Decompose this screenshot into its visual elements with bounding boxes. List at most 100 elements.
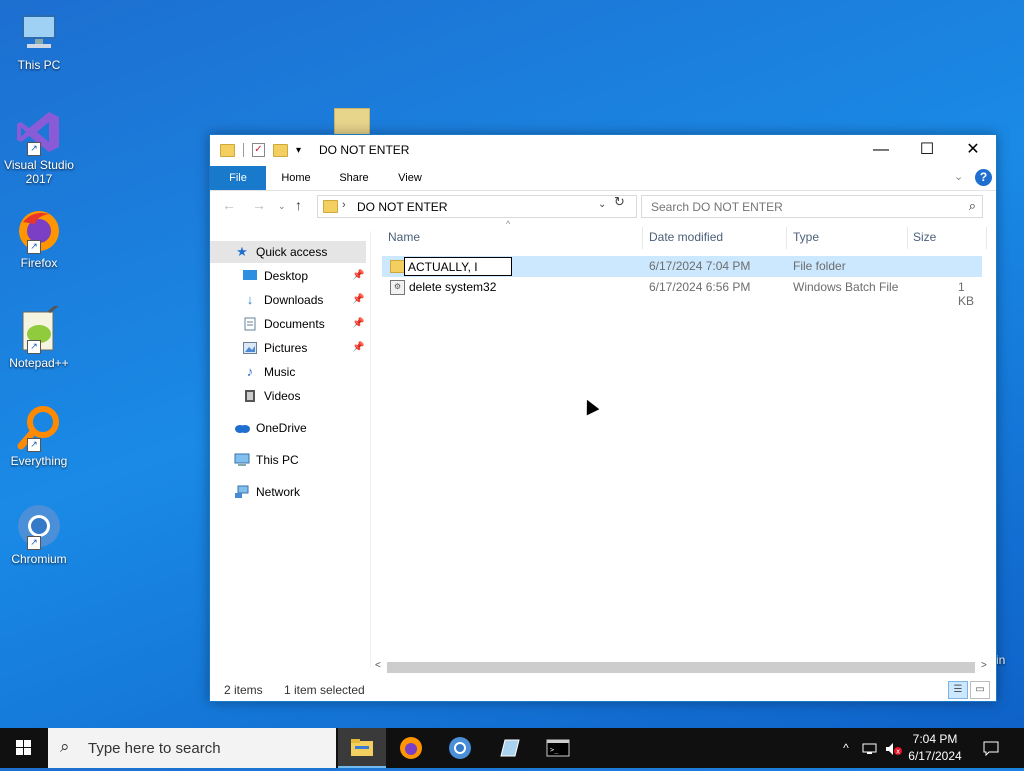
properties-icon[interactable]: ✓ bbox=[252, 143, 265, 157]
music-note-icon: ♪ bbox=[246, 364, 254, 379]
horizontal-scrollbar[interactable]: < > bbox=[373, 659, 993, 676]
table-row[interactable]: ⚙ delete system32 6/17/2024 6:56 PM Wind… bbox=[382, 277, 982, 308]
sidebar-item-network[interactable]: Network bbox=[234, 481, 366, 503]
taskbar-command-prompt[interactable]: >_ bbox=[534, 728, 582, 768]
date-modified-cell: 6/17/2024 6:56 PM bbox=[649, 280, 751, 294]
sidebar-item-pictures[interactable]: Pictures 📌 bbox=[242, 337, 366, 359]
new-folder-icon[interactable] bbox=[273, 143, 288, 157]
desktop-icon-label: Everything bbox=[10, 454, 68, 468]
scroll-left-icon[interactable]: < bbox=[375, 660, 381, 671]
customize-toolbar-icon[interactable]: ▾ bbox=[296, 145, 301, 156]
close-button[interactable]: ✕ bbox=[950, 135, 996, 166]
desktop-icon-visual-studio[interactable]: ↗ Visual Studio 2017 bbox=[0, 108, 78, 186]
column-header-name[interactable]: Name bbox=[388, 225, 420, 249]
pin-icon[interactable]: 📌 bbox=[352, 265, 364, 287]
sidebar-item-desktop[interactable]: Desktop 📌 bbox=[242, 265, 366, 287]
column-divider[interactable] bbox=[642, 227, 643, 249]
computer-icon bbox=[15, 8, 63, 56]
column-divider[interactable] bbox=[907, 227, 908, 249]
address-dropdown-icon[interactable]: ⌄ bbox=[598, 199, 606, 210]
scrollbar-thumb[interactable] bbox=[387, 662, 975, 673]
firefox-icon: ↗ bbox=[15, 206, 63, 254]
title-bar[interactable]: ✓ ▾ DO NOT ENTER — ☐ ✕ bbox=[210, 135, 996, 166]
file-explorer-icon bbox=[351, 739, 373, 756]
sidebar-item-label: Quick access bbox=[256, 245, 328, 259]
firefox-icon bbox=[400, 737, 422, 759]
search-box[interactable]: ⌕ bbox=[641, 195, 983, 218]
shortcut-arrow-icon: ↗ bbox=[27, 536, 41, 550]
svg-text:>_: >_ bbox=[550, 746, 559, 754]
taskbar-search-box[interactable]: ⌕ Type here to search bbox=[48, 728, 336, 768]
sidebar-item-onedrive[interactable]: OneDrive bbox=[234, 417, 366, 439]
sidebar-item-quick-access[interactable]: ★ Quick access bbox=[210, 241, 366, 263]
star-icon: ★ bbox=[236, 244, 248, 259]
desktop-icon-this-pc[interactable]: This PC bbox=[0, 8, 78, 72]
chevron-right-icon[interactable]: › bbox=[342, 199, 346, 211]
tab-view[interactable]: View bbox=[386, 166, 434, 190]
search-icon[interactable]: ⌕ bbox=[969, 198, 976, 214]
date-modified-cell: 6/17/2024 7:04 PM bbox=[649, 259, 751, 273]
start-button[interactable] bbox=[0, 728, 48, 768]
taskbar-chromium[interactable] bbox=[436, 728, 484, 768]
column-header-size[interactable]: Size bbox=[913, 225, 936, 249]
show-hidden-icons-chevron-icon[interactable]: ^ bbox=[838, 728, 854, 768]
column-divider[interactable] bbox=[986, 227, 987, 249]
expand-ribbon-icon[interactable]: ⌄ bbox=[954, 170, 963, 183]
help-icon[interactable]: ? bbox=[975, 169, 992, 186]
sidebar-item-label: This PC bbox=[256, 453, 299, 467]
network-icon[interactable] bbox=[860, 728, 880, 768]
clock-time: 7:04 PM bbox=[912, 732, 958, 746]
sidebar-item-downloads[interactable]: ↓ Downloads 📌 bbox=[242, 289, 366, 311]
tab-home[interactable]: Home bbox=[272, 166, 320, 190]
taskbar-file-explorer[interactable] bbox=[338, 728, 386, 768]
taskbar-firefox[interactable] bbox=[387, 728, 435, 768]
tab-file[interactable]: File bbox=[210, 166, 266, 190]
navigation-pane: ★ Quick access Desktop 📌 ↓ Downloads 📌 D… bbox=[210, 231, 371, 667]
taskbar: ⌕ Type here to search >_ ^ x 7:04 PM 6/1… bbox=[0, 728, 1024, 768]
sidebar-item-music[interactable]: ♪ Music bbox=[242, 361, 366, 383]
pin-icon[interactable]: 📌 bbox=[352, 289, 364, 311]
sidebar-item-this-pc[interactable]: This PC bbox=[234, 449, 366, 471]
taskbar-notepad[interactable] bbox=[485, 728, 533, 768]
toolbar-separator bbox=[243, 143, 244, 157]
desktop-icon-notepadpp[interactable]: ↗ Notepad++ bbox=[0, 302, 78, 370]
rename-input[interactable] bbox=[404, 257, 512, 276]
desktop-icon-firefox[interactable]: ↗ Firefox bbox=[0, 206, 78, 270]
folder-icon bbox=[220, 143, 235, 157]
type-cell: File folder bbox=[793, 259, 846, 273]
column-divider[interactable] bbox=[786, 227, 787, 249]
back-arrow-icon[interactable]: ← bbox=[222, 197, 236, 213]
desktop-icon-chromium[interactable]: ↗ Chromium bbox=[0, 502, 78, 566]
notepadpp-icon: ↗ bbox=[15, 302, 63, 354]
sidebar-item-label: Downloads bbox=[264, 293, 324, 307]
large-icons-view-icon[interactable]: ▭ bbox=[970, 681, 990, 699]
recent-locations-chevron-icon[interactable]: ⌄ bbox=[278, 201, 286, 212]
up-arrow-icon[interactable]: ↑ bbox=[295, 197, 302, 213]
breadcrumb[interactable]: DO NOT ENTER bbox=[357, 200, 447, 214]
column-header-date-modified[interactable]: Date modified bbox=[649, 225, 723, 249]
notification-center-icon[interactable] bbox=[978, 728, 1004, 768]
tab-share[interactable]: Share bbox=[328, 166, 380, 190]
forward-arrow-icon[interactable]: → bbox=[252, 197, 266, 213]
pin-icon[interactable]: 📌 bbox=[352, 337, 364, 359]
sidebar-item-label: Documents bbox=[264, 317, 325, 331]
sidebar-item-documents[interactable]: Documents 📌 bbox=[242, 313, 366, 335]
details-view-icon[interactable]: ☰ bbox=[948, 681, 968, 699]
network-icon bbox=[234, 484, 250, 500]
minimize-button[interactable]: — bbox=[858, 135, 904, 166]
pin-icon[interactable]: 📌 bbox=[352, 313, 364, 335]
maximize-button[interactable]: ☐ bbox=[904, 135, 950, 166]
sidebar-item-videos[interactable]: Videos bbox=[242, 385, 366, 407]
chevron-right-icon[interactable]: › bbox=[444, 199, 448, 211]
refresh-icon[interactable]: ↻ bbox=[614, 194, 625, 210]
column-header-type[interactable]: Type bbox=[793, 225, 819, 249]
search-input[interactable] bbox=[649, 199, 953, 215]
shortcut-arrow-icon: ↗ bbox=[27, 340, 41, 354]
desktop-icon-label: Chromium bbox=[11, 552, 67, 566]
system-clock[interactable]: 7:04 PM 6/17/2024 bbox=[900, 731, 970, 765]
scroll-right-icon[interactable]: > bbox=[981, 660, 987, 671]
address-bar[interactable]: › DO NOT ENTER › ⌄ bbox=[317, 195, 637, 218]
desktop-icon-everything[interactable]: ↗ Everything bbox=[0, 404, 78, 468]
table-row[interactable]: 6/17/2024 7:04 PM File folder bbox=[382, 256, 982, 277]
ribbon-tabs: File Home Share View ⌄ ? bbox=[210, 166, 996, 191]
